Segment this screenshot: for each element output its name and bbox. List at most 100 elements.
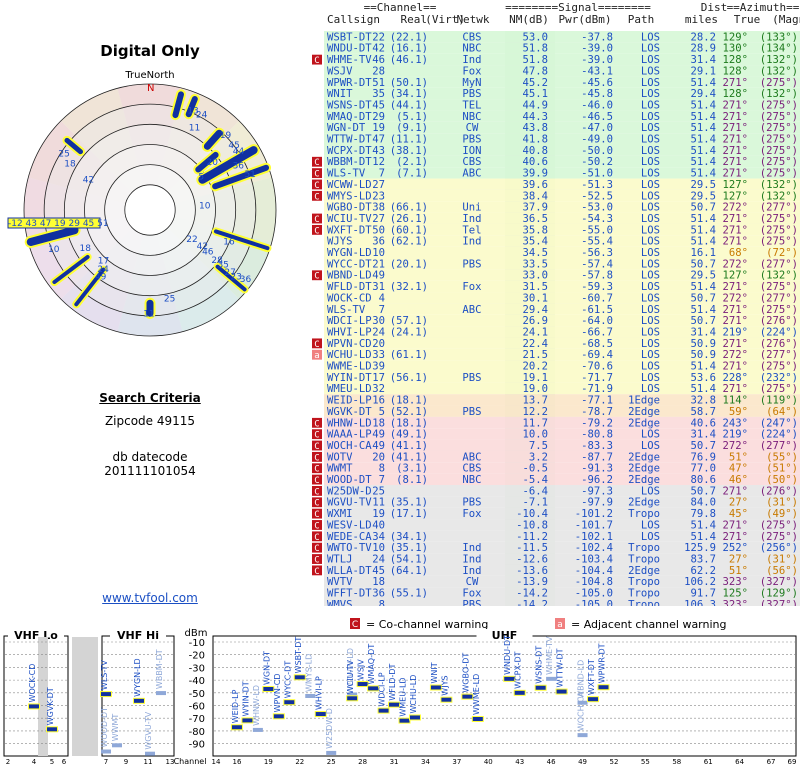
path-cell: LOS [641,429,660,441]
path-cell: LOS [641,531,660,543]
azimuth-magnetic-cell: (31°) [766,553,798,565]
channel-tick-label: 14 [212,758,221,766]
callsign-cell: WYIN-DT [327,372,372,384]
power-cell: -54.3 [581,213,613,225]
distance-cell: 51.4 [690,361,716,373]
azimuth-magnetic-cell: (275°) [760,361,798,373]
azimuth-true-cell: 125° [722,588,748,600]
real-channel-cell: 49 [372,429,385,441]
station-spectrum-label: WCIU-TV [346,660,355,695]
channel-tick-label: 11 [144,758,153,766]
virtual-channel-cell: (22.1) [390,31,428,43]
network-cell: ABC [462,168,481,180]
dbm-tick-label: -30 [189,663,205,674]
noise-margin-cell: 39.6 [522,179,548,191]
azimuth-magnetic-cell: (119°) [760,395,798,407]
network-cell: CBS [462,463,481,475]
station-spectrum-label: WYIN-DT [241,681,250,716]
noise-margin-cell: 36.5 [522,213,548,225]
tvfool-link[interactable]: www.tvfool.com [60,591,240,605]
azimuth-true-cell: 271° [722,156,748,168]
azimuth-magnetic-cell: (132°) [760,179,798,191]
network-cell: Ind [462,236,481,248]
virtual-channel-cell: (18.1) [390,395,428,407]
station-marker [598,685,609,690]
north-marker: N [147,83,154,94]
power-cell: -55.0 [581,224,613,236]
distance-cell: 28.2 [690,31,716,43]
real-channel-cell: 27 [372,179,385,191]
column-header: Netwk [456,13,489,26]
azimuth-magnetic-cell: (129°) [760,588,798,600]
virtual-channel-cell: (16.1) [390,43,428,55]
power-cell: -49.0 [581,134,613,146]
real-channel-cell: 47 [372,134,385,146]
dbm-tick-label: -90 [189,740,205,751]
azimuth-magnetic-cell: (276°) [760,485,798,497]
callsign-cell: W25DW-D [327,485,372,497]
callsign-cell: WHME-TV [327,54,372,66]
path-cell: LOS [641,372,660,384]
virtual-channel-cell: (24.1) [390,326,428,338]
noise-margin-cell: -11.5 [516,542,548,554]
noise-margin-cell: 34.5 [522,247,548,259]
noise-margin-cell: 40.6 [522,156,548,168]
virtual-channel-cell: (34.1) [390,531,428,543]
column-header: (Magn) [772,13,800,26]
distance-cell: 28.9 [690,43,716,55]
path-cell: LOS [641,383,660,395]
channel-tick-label: 55 [641,758,650,766]
path-cell: LOS [641,54,660,66]
power-cell: -96.2 [581,474,613,486]
path-cell: LOS [641,99,660,111]
power-cell: -97.3 [581,485,613,497]
network-cell: ABC [462,304,481,316]
station-spectrum-label: WOOD-DT [100,707,109,748]
azimuth-magnetic-cell: (132°) [760,270,798,282]
noise-margin-cell: -13.6 [516,565,548,577]
azimuth-true-cell: 219° [722,326,748,338]
azimuth-magnetic-cell: (55°) [766,451,798,463]
real-channel-cell: 7 [379,304,385,316]
distance-cell: 50.7 [690,292,716,304]
virtual-channel-cell: (9.1) [396,122,428,134]
real-channel-cell: 35 [372,88,385,100]
noise-margin-cell: 19.0 [522,383,548,395]
path-cell: LOS [641,111,660,123]
virtual-channel-cell: (55.1) [390,588,428,600]
virtual-channel-cell: (3.1) [396,463,428,475]
channel-tick-label: 34 [421,758,430,766]
azimuth-true-cell: 271° [722,77,748,89]
station-spectrum-label: WMEU-LD [399,677,408,716]
distance-cell: 79.8 [690,508,716,520]
azimuth-magnetic-cell: (224°) [760,326,798,338]
network-cell: PBS [462,88,481,100]
path-cell: Tropo [628,576,660,588]
azimuth-magnetic-cell: (275°) [760,519,798,531]
warning-flag: C [314,521,319,531]
noise-margin-cell: 43.8 [522,122,548,134]
callsign-cell: WWTO-TV [327,542,372,554]
virtual-channel-cell: (26.1) [390,213,428,225]
distance-cell: 29.4 [690,88,716,100]
real-channel-cell: 17 [372,372,385,384]
station-marker [535,685,546,690]
station-marker [47,727,57,732]
station-marker [472,716,483,721]
dbm-tick-label: -60 [189,702,205,713]
warning-flag: C [314,419,319,429]
azimuth-magnetic-cell: (31°) [766,497,798,509]
virtual-channel-cell: (49.1) [390,429,428,441]
callsign-cell: WSJV [327,65,353,77]
station-marker [441,697,452,702]
callsign-cell: WMEU-LD [327,383,372,395]
callsign-cell: WHNW-LD [327,417,372,429]
power-cell: -105.0 [575,588,613,600]
path-cell: 2Edge [628,406,660,418]
real-channel-cell: 36 [372,236,385,248]
callsign-cell: WLLA-DT [327,565,372,577]
real-channel-cell: 18 [372,576,385,588]
virtual-channel-cell: (32.1) [390,281,428,293]
azimuth-true-cell: 129° [722,31,748,43]
warning-flag: C [314,56,319,66]
